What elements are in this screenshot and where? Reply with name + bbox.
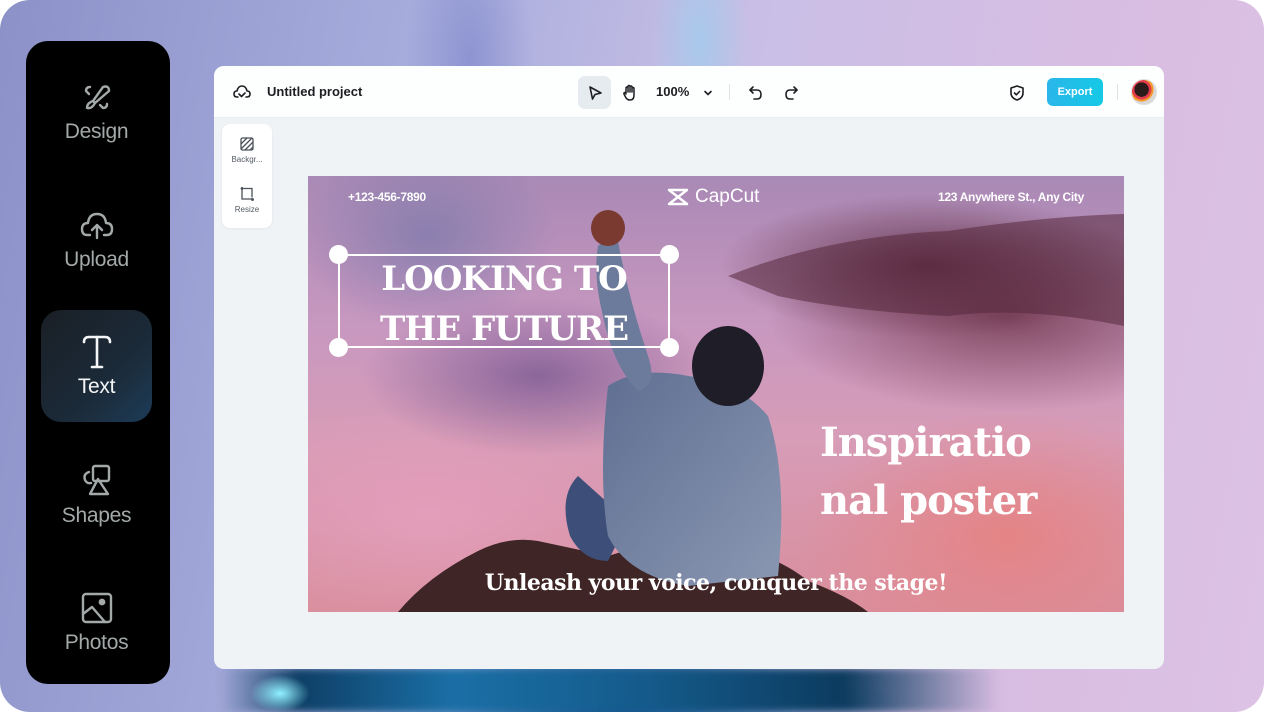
zoom-level-dropdown[interactable]: 100% [656, 84, 713, 99]
poster-brand[interactable]: CapCut [666, 186, 759, 208]
background-icon [240, 137, 254, 151]
poster-brand-name: CapCut [695, 186, 760, 207]
resize-button[interactable]: Resize [222, 186, 272, 214]
sidebar-item-upload[interactable]: Upload [41, 183, 152, 295]
editor-window: Untitled project 100% Export Backgr... R… [214, 66, 1164, 669]
sidebar-item-photos[interactable]: Photos [41, 566, 152, 678]
tool-sidebar: Design Upload Text Shapes Photos [26, 41, 170, 684]
export-button[interactable]: Export [1047, 78, 1103, 106]
shapes-icon [78, 462, 116, 500]
resize-label: Resize [234, 205, 260, 214]
poster-address[interactable]: 123 Anywhere St., Any City [938, 190, 1084, 204]
design-canvas[interactable]: +123-456-7890 CapCut 123 Anywhere St., A… [308, 176, 1124, 612]
text-selection-box[interactable] [329, 245, 679, 357]
resize-handle-top-right[interactable] [660, 245, 679, 264]
sidebar-item-label: Text [77, 375, 116, 398]
select-tool-button[interactable] [578, 76, 611, 109]
toolbar-divider [729, 84, 730, 100]
background-blur [220, 668, 1000, 712]
user-avatar[interactable] [1131, 79, 1157, 105]
background-glow [250, 675, 310, 712]
sidebar-item-text[interactable]: Text [41, 310, 152, 422]
sidebar-item-label: Design [64, 120, 129, 143]
sidebar-item-label: Photos [64, 631, 129, 654]
redo-button[interactable] [774, 76, 807, 109]
top-toolbar: Untitled project 100% Export [214, 66, 1164, 118]
hand-tool-button[interactable] [613, 76, 646, 109]
canvas-options-panel: Backgr... Resize [222, 124, 272, 228]
poster-title-line: nal poster [820, 477, 1037, 524]
poster-title-line: Inspiratio [820, 419, 1032, 466]
poster-title[interactable]: Inspiratio nal poster [820, 414, 1037, 530]
capcut-logo-icon [667, 188, 689, 206]
cloud-sync-icon[interactable] [232, 82, 252, 102]
zoom-level-value: 100% [656, 84, 690, 99]
sidebar-item-label: Shapes [61, 504, 132, 527]
poster-photo [398, 210, 1124, 612]
background-button[interactable]: Backgr... [222, 136, 272, 164]
poster-phone[interactable]: +123-456-7890 [348, 190, 426, 204]
resize-handle-top-left[interactable] [329, 245, 348, 264]
image-icon [78, 589, 116, 627]
cloud-upload-icon [78, 206, 116, 244]
chevron-down-icon [704, 90, 712, 96]
toolbar-divider [1117, 84, 1118, 100]
sidebar-item-shapes[interactable]: Shapes [41, 439, 152, 551]
project-title[interactable]: Untitled project [267, 84, 362, 99]
sidebar-item-design[interactable]: Design [41, 55, 152, 167]
resize-handle-bottom-right[interactable] [660, 338, 679, 357]
resize-handle-bottom-left[interactable] [329, 338, 348, 357]
poster-tagline[interactable]: Unleash your voice, conquer the stage! [308, 570, 1124, 596]
resize-icon [240, 187, 254, 201]
undo-button[interactable] [739, 76, 772, 109]
text-icon [78, 333, 116, 371]
rocket-icon [78, 78, 116, 116]
shield-icon[interactable] [1000, 76, 1033, 109]
background-label: Backgr... [231, 155, 263, 164]
app-frame: Design Upload Text Shapes Photos Untitle… [0, 0, 1264, 712]
sidebar-item-label: Upload [64, 248, 129, 271]
